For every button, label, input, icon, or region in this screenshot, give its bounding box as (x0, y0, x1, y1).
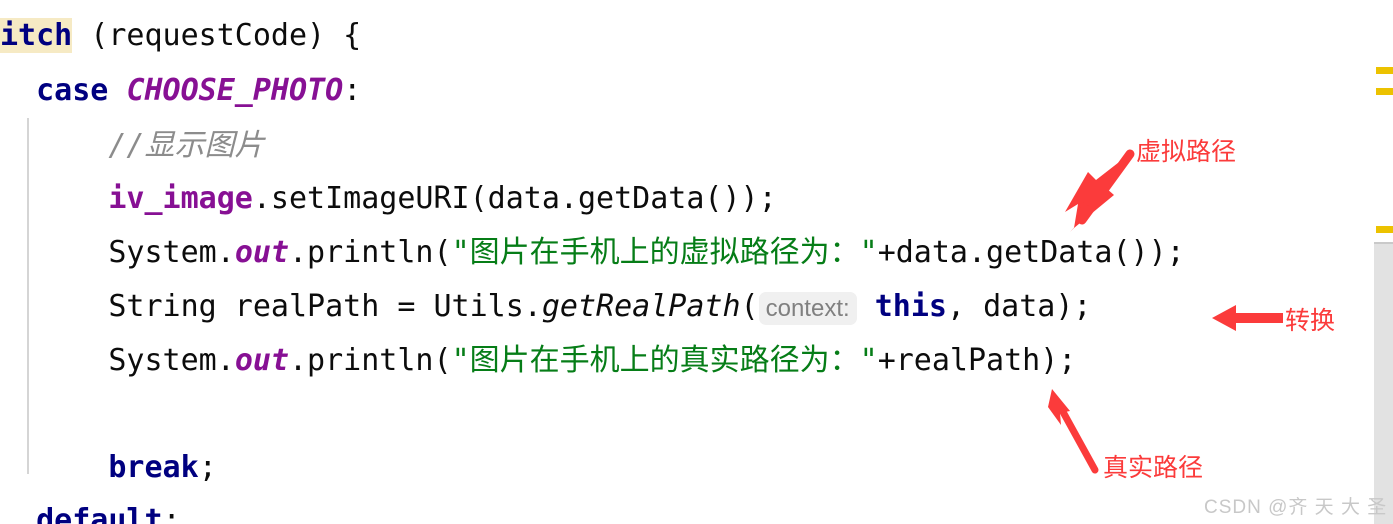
code-token: "图片在手机上的真实路径为：" (451, 343, 878, 378)
arrow-down-left-icon (1065, 149, 1135, 232)
code-token: break (108, 450, 199, 485)
code-line-println-virtual[interactable]: System.out.println("图片在手机上的虚拟路径为："+data.… (0, 226, 1360, 280)
code-token: +realPath); (877, 343, 1077, 378)
annotation-real-path: 真实路径 (1103, 453, 1204, 482)
code-token: ; (198, 450, 217, 485)
code-token: (requestCode) { (72, 18, 362, 53)
code-token: out (234, 343, 289, 378)
code-token: CHOOSE_PHOTO (126, 73, 344, 108)
csdn-watermark: CSDN @齐 天 大 圣 (1204, 497, 1388, 518)
code-token: , data); (946, 289, 1092, 324)
code-token: System. (108, 235, 235, 270)
code-token: +data.getData()); (877, 235, 1185, 270)
vertical-scrollbar-thumb[interactable] (1374, 242, 1393, 524)
editor-code-area[interactable]: itch (requestCode) { case CHOOSE_PHOTO: … (0, 0, 1360, 524)
code-line-realpath-assign[interactable]: String realPath = Utils.getRealPath(cont… (0, 280, 1360, 334)
code-line-case[interactable]: case CHOOSE_PHOTO: (0, 64, 1360, 118)
code-line-blank[interactable] (0, 388, 1360, 442)
code-token: default (36, 503, 163, 524)
code-token: .println( (289, 235, 452, 270)
code-token: out (234, 235, 289, 270)
warning-marker-icon[interactable] (1376, 226, 1393, 233)
code-token: ( (740, 289, 759, 324)
annotation-virtual-path: 虚拟路径 (1136, 137, 1237, 166)
code-editor-screenshot: itch (requestCode) { case CHOOSE_PHOTO: … (0, 0, 1393, 524)
code-token: System. (108, 343, 235, 378)
code-token: : (343, 73, 362, 108)
annotation-convert: 转换 (1285, 306, 1336, 335)
code-token: String realPath = Utils. (108, 289, 542, 324)
code-token: //显示图片 (108, 128, 265, 163)
indent-guide (27, 118, 29, 474)
code-token: getRealPath (541, 289, 741, 324)
code-token: : (162, 503, 181, 524)
code-line-default[interactable]: default: (0, 494, 1360, 524)
warning-marker-icon[interactable] (1376, 88, 1393, 95)
code-token: "图片在手机上的虚拟路径为：" (451, 235, 878, 270)
warning-marker-icon[interactable] (1376, 67, 1393, 74)
code-line-setimageuri[interactable]: iv_image.setImageURI(data.getData()); (0, 172, 1360, 226)
code-line-println-real[interactable]: System.out.println("图片在手机上的真实路径为："+realP… (0, 334, 1360, 388)
code-token: this (874, 289, 947, 324)
arrow-up-left-icon (1048, 389, 1099, 474)
code-line-switch[interactable]: itch (requestCode) { (0, 9, 1360, 63)
arrow-left-icon (1212, 305, 1283, 331)
editor-right-gutter[interactable] (1360, 0, 1393, 524)
code-token: iv_image (108, 181, 253, 216)
inlay-param-hint[interactable]: context: (758, 292, 857, 325)
code-token: .setImageURI(data.getData()); (252, 181, 777, 216)
code-token: itch (0, 18, 73, 53)
code-token: case (36, 73, 109, 108)
code-token: .println( (289, 343, 452, 378)
